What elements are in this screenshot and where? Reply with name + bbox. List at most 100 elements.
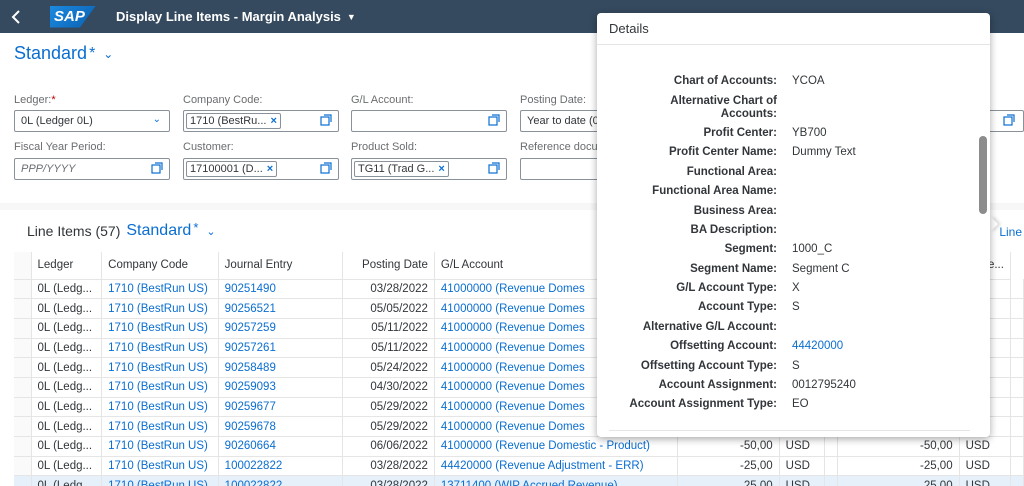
customer-field[interactable]: 17100001 (D... × <box>183 158 339 180</box>
value-help-icon[interactable] <box>320 162 332 174</box>
cell-gl-account[interactable]: 44420000 (Revenue Adjustment - ERR) <box>434 456 679 477</box>
cell-ledger: 0L (Ledg... <box>31 377 103 398</box>
cell-company-code[interactable]: 1710 (BestRun US) <box>101 436 219 457</box>
table-variant-name[interactable]: Standard <box>126 222 191 240</box>
chevron-down-icon: ⌄ <box>103 46 114 61</box>
cell-journal-entry[interactable]: 90256521 <box>218 298 343 319</box>
table-row[interactable]: 0L (Ledg... 1710 (BestRun US) 100022822 03/… <box>14 456 1024 477</box>
popover-scrollbar-track[interactable] <box>979 47 987 435</box>
cell-amount-2: -50,00 <box>837 436 960 457</box>
variant-selector[interactable]: Standard * ⌄ <box>14 43 113 64</box>
detail-value[interactable]: 44420000 <box>792 340 843 353</box>
token-remove-icon[interactable]: × <box>267 163 273 175</box>
table-row[interactable]: 0L (Ledg... 1710 (BestRun US) 90260664 06/0… <box>14 436 1024 457</box>
product-sold-token[interactable]: TG11 (Trad G... × <box>354 161 449 177</box>
token-remove-icon[interactable]: × <box>270 115 276 127</box>
app-title[interactable]: Display Line Items - Margin Analysis <box>116 9 341 24</box>
sap-logo[interactable]: SAP <box>50 5 96 28</box>
gl-account-label: G/L Account: <box>351 94 414 106</box>
cell-company-code[interactable]: 1710 (BestRun US) <box>101 377 219 398</box>
row-select-cell[interactable] <box>14 475 32 486</box>
table-row[interactable]: 0L (Ledg... 1710 (BestRun US) 100022822 03/… <box>14 475 1024 486</box>
select-all-cell[interactable] <box>14 252 32 280</box>
company-code-label: Company Code: <box>183 94 263 106</box>
cell-gl-account[interactable]: 13711400 (WIP Accrued Revenue) <box>434 475 679 486</box>
cell-company-code[interactable]: 1710 (BestRun US) <box>101 298 219 319</box>
detail-value: YB700 <box>792 127 827 139</box>
row-select-cell[interactable] <box>14 279 32 300</box>
row-select-cell[interactable] <box>14 397 32 418</box>
value-help-icon[interactable] <box>151 162 163 174</box>
caret-down-icon[interactable]: ▼ <box>347 12 356 22</box>
row-select-cell[interactable] <box>14 416 32 437</box>
cell-journal-entry[interactable]: 100022822 <box>218 475 343 486</box>
company-code-field[interactable]: 1710 (BestRu... × <box>183 110 339 132</box>
cell-gl-account[interactable]: 41000000 (Revenue Domestic - Product) <box>434 436 679 457</box>
detail-label: Profit Center: <box>703 127 777 139</box>
chevron-down-icon[interactable]: ⌄ <box>206 225 215 238</box>
fiscal-year-period-placeholder: PPP/YYYY <box>21 163 76 175</box>
gl-account-field[interactable] <box>351 110 507 132</box>
posting-date-field-end[interactable] <box>988 110 1024 132</box>
row-select-cell[interactable] <box>14 377 32 398</box>
cell-journal-entry[interactable]: 90257261 <box>218 338 343 359</box>
cell-company-code[interactable]: 1710 (BestRun US) <box>101 475 219 486</box>
column-header-ledger[interactable]: Ledger <box>31 252 103 280</box>
variant-name: Standard <box>14 43 88 63</box>
cell-trailing <box>1010 416 1024 437</box>
cell-journal-entry[interactable]: 100022822 <box>218 456 343 477</box>
value-help-icon[interactable] <box>1003 114 1015 126</box>
company-code-token[interactable]: 1710 (BestRu... × <box>186 113 281 129</box>
cell-journal-entry[interactable]: 90259093 <box>218 377 343 398</box>
chevron-down-icon[interactable]: ⌄ <box>153 114 161 125</box>
value-help-icon[interactable] <box>488 162 500 174</box>
cell-company-code[interactable]: 1710 (BestRun US) <box>101 456 219 477</box>
column-header-company-code[interactable]: Company Code <box>101 252 219 280</box>
cell-currency: USD <box>779 456 825 477</box>
row-select-cell[interactable] <box>14 338 32 359</box>
cell-company-code[interactable]: 1710 (BestRun US) <box>101 318 219 339</box>
detail-label: Chart of Accounts: <box>673 75 777 87</box>
row-select-cell[interactable] <box>14 318 32 339</box>
cell-company-code[interactable]: 1710 (BestRun US) <box>101 279 219 300</box>
cell-company-code[interactable]: 1710 (BestRun US) <box>101 357 219 378</box>
cell-trailing <box>1010 279 1024 300</box>
fiscal-year-period-field[interactable]: PPP/YYYY <box>14 158 170 180</box>
detail-value: EO <box>792 398 809 410</box>
ledger-select[interactable]: 0L (Ledger 0L) ⌄ <box>14 110 170 132</box>
customer-token-text: 17100001 (D... <box>190 163 263 175</box>
cell-trailing <box>1010 318 1024 339</box>
row-select-cell[interactable] <box>14 357 32 378</box>
cell-journal-entry[interactable]: 90257259 <box>218 318 343 339</box>
customer-token[interactable]: 17100001 (D... × <box>186 161 278 177</box>
value-help-icon[interactable] <box>488 114 500 126</box>
posting-date-field[interactable]: Year to date (0 <box>520 110 600 132</box>
cell-ledger: 0L (Ledg... <box>31 298 103 319</box>
cell-journal-entry[interactable]: 90259677 <box>218 397 343 418</box>
table-title-text: Line Items (57) <box>27 223 121 239</box>
fiscal-year-period-label: Fiscal Year Period: <box>14 141 106 153</box>
row-select-cell[interactable] <box>14 298 32 319</box>
cell-company-code[interactable]: 1710 (BestRun US) <box>101 416 219 437</box>
reference-document-field[interactable] <box>520 158 600 180</box>
row-select-cell[interactable] <box>14 456 32 477</box>
product-sold-field[interactable]: TG11 (Trad G... × <box>351 158 507 180</box>
cell-ledger: 0L (Ledg... <box>31 436 103 457</box>
token-remove-icon[interactable]: × <box>438 163 444 175</box>
detail-value: 0012795240 <box>792 379 856 391</box>
cell-journal-entry[interactable]: 90260664 <box>218 436 343 457</box>
popover-scrollbar-thumb[interactable] <box>979 136 987 214</box>
line-items-link[interactable]: Line <box>999 225 1022 239</box>
back-button[interactable] <box>0 0 32 33</box>
value-help-icon[interactable] <box>320 114 332 126</box>
column-header-journal-entry[interactable]: Journal Entry <box>218 252 343 280</box>
cell-company-code[interactable]: 1710 (BestRun US) <box>101 397 219 418</box>
cell-company-code[interactable]: 1710 (BestRun US) <box>101 338 219 359</box>
row-select-cell[interactable] <box>14 436 32 457</box>
cell-trailing <box>1010 338 1024 359</box>
cell-ledger: 0L (Ledg... <box>31 456 103 477</box>
cell-journal-entry[interactable]: 90251490 <box>218 279 343 300</box>
cell-journal-entry[interactable]: 90258489 <box>218 357 343 378</box>
cell-journal-entry[interactable]: 90259678 <box>218 416 343 437</box>
column-header-posting-date[interactable]: Posting Date <box>342 252 435 280</box>
